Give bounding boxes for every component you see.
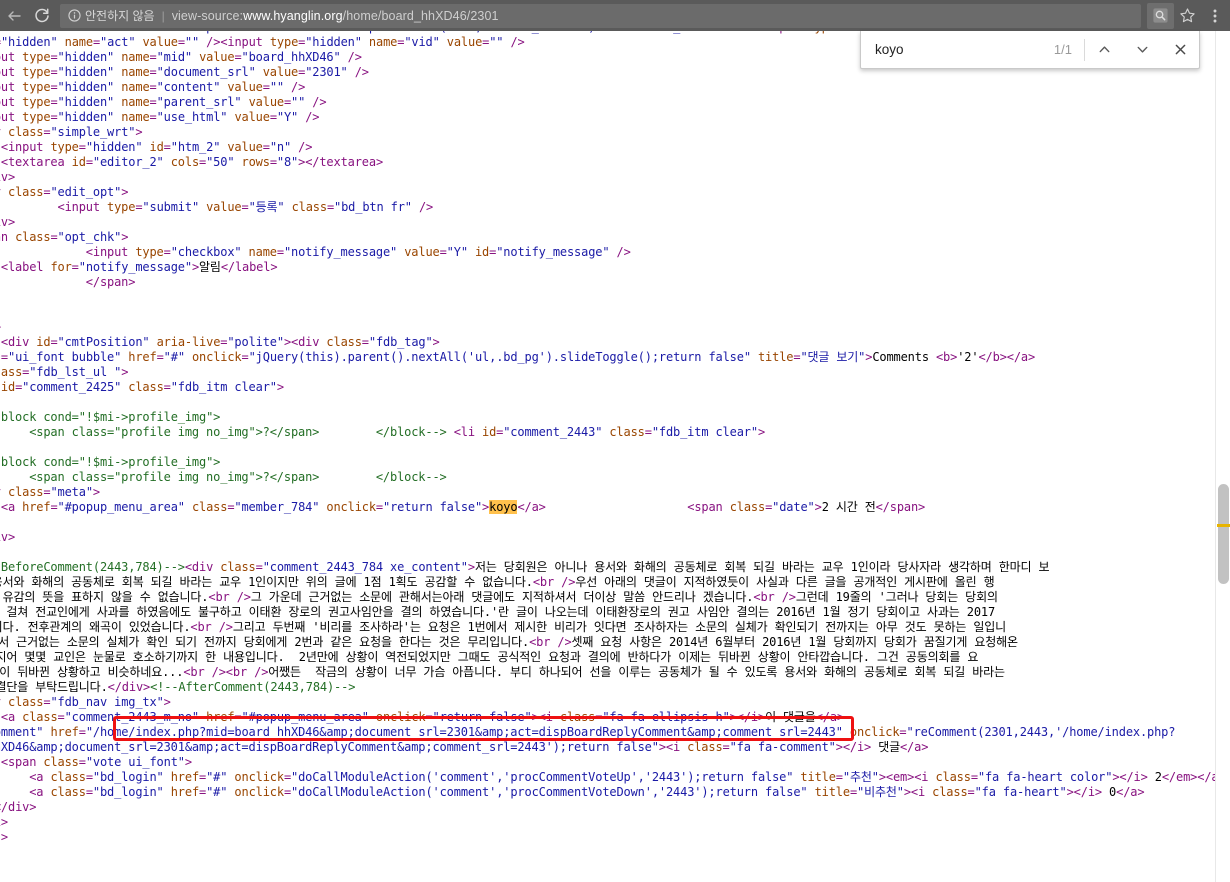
url-scheme: view-source: — [171, 8, 244, 23]
find-input[interactable] — [861, 42, 1054, 57]
view-source-page[interactable]: <form action="." method="post" onsubmit=… — [0, 31, 1230, 882]
back-arrow-icon[interactable] — [0, 2, 28, 30]
vertical-scrollbar[interactable] — [1215, 31, 1230, 882]
find-in-page-bar[interactable]: 1/1 — [860, 31, 1200, 69]
chevron-down-icon[interactable] — [1123, 32, 1161, 68]
star-icon[interactable] — [1174, 3, 1201, 29]
reload-icon[interactable] — [28, 2, 56, 30]
find-match-count: 1/1 — [1053, 42, 1072, 57]
security-label: 안전하지 않음 — [85, 9, 155, 23]
security-status[interactable]: 안전하지 않음 — [68, 7, 155, 24]
source-code-block: <form action="." method="post" onsubmit=… — [0, 31, 1230, 844]
scrollbar-match-tick — [1217, 524, 1230, 527]
three-dot-menu-icon[interactable] — [1201, 3, 1228, 29]
omnibox-separator: | — [161, 8, 165, 23]
scrollbar-thumb[interactable] — [1218, 484, 1229, 584]
address-bar[interactable]: 안전하지 않음 | view-source:www.hyanglin.org/h… — [60, 3, 1141, 28]
url-path: /home/board_hhXD46/2301 — [342, 8, 499, 23]
toolbar-actions — [1147, 2, 1230, 29]
url-host: www.hyanglin.org — [243, 8, 343, 23]
find-in-page-icon[interactable] — [1147, 2, 1174, 29]
url-text: view-source:www.hyanglin.org/home/board_… — [172, 9, 499, 23]
browser-toolbar: 안전하지 않음 | view-source:www.hyanglin.org/h… — [0, 0, 1230, 31]
chevron-up-icon[interactable] — [1085, 32, 1123, 68]
search-match-highlight: koyo — [489, 500, 518, 514]
info-circle-icon — [68, 9, 81, 22]
close-icon[interactable] — [1161, 32, 1199, 68]
